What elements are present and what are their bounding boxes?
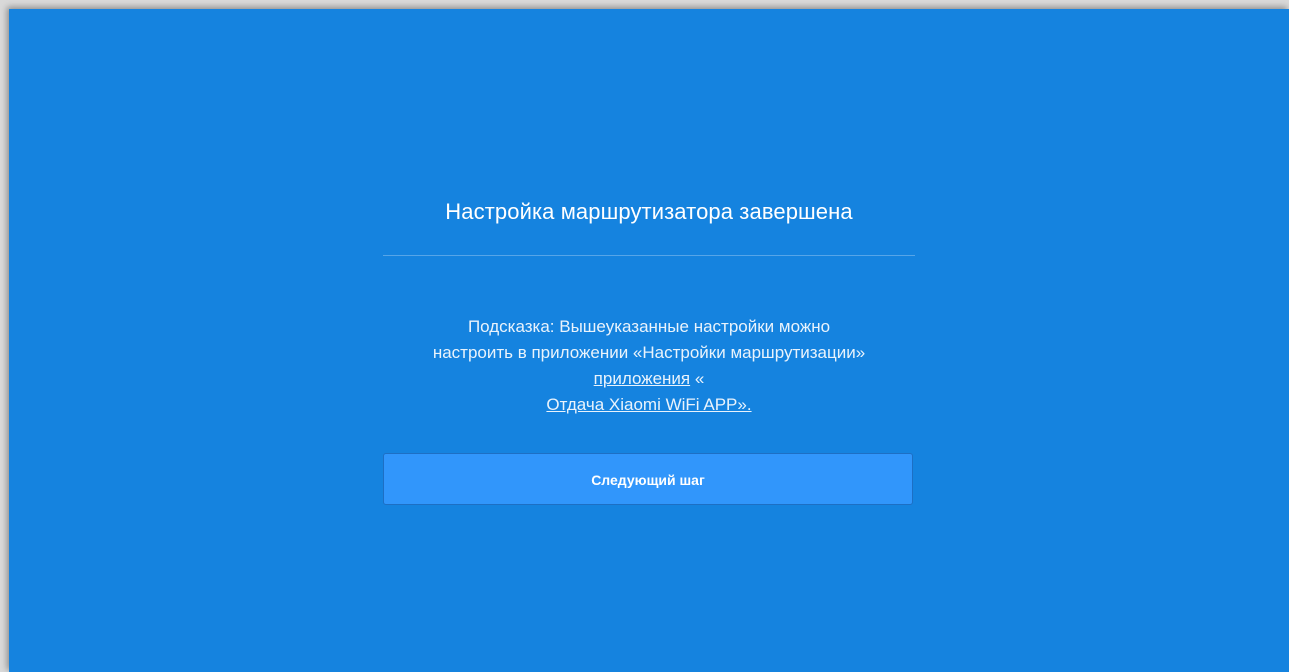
page-title: Настройка маршрутизатора завершена [445,199,853,224]
hint-line-1: Подсказка: Вышеуказанные настройки можно [467,317,831,336]
title-divider [383,255,915,256]
hint-line-3-suffix: « [690,369,705,388]
hint-text: Подсказка: Вышеуказанные настройки можно… [383,314,915,418]
next-step-button[interactable]: Следующий шаг [383,453,913,505]
setup-panel: Настройка маршрутизатора завершена Подск… [383,9,915,672]
app-link[interactable]: приложения [594,369,690,388]
setup-window: Настройка маршрутизатора завершена Подск… [9,9,1289,672]
xiaomi-wifi-app-link[interactable]: Отдача Xiaomi WiFi APP». [546,395,751,414]
hint-line-2: настроить в приложении «Настройки маршру… [432,343,866,362]
hint-line-3: приложения « [383,366,915,392]
hint-line-4: Отдача Xiaomi WiFi APP». [383,392,915,418]
